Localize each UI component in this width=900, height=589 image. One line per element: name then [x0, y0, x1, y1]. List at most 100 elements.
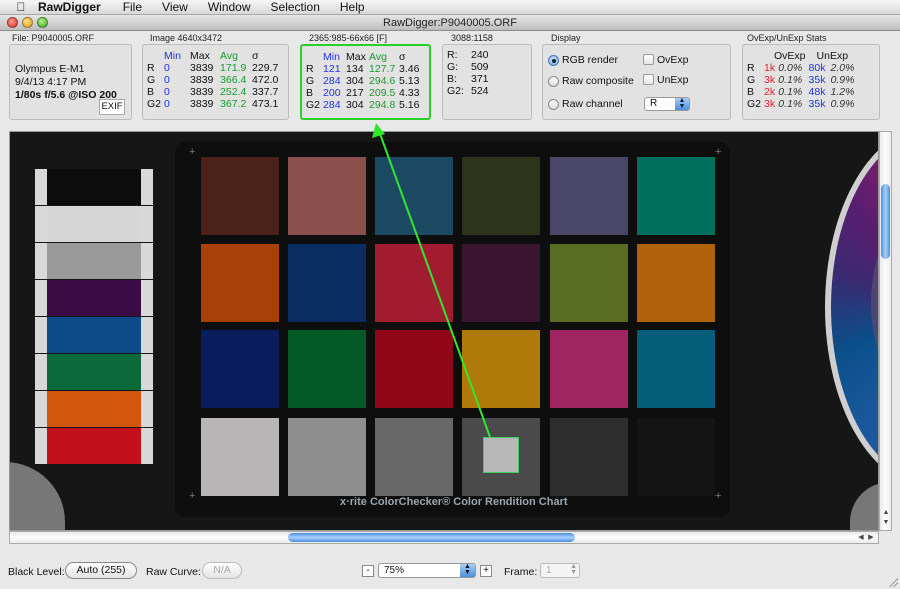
- color-patch: [201, 418, 279, 496]
- rgb-render-label[interactable]: RGB render: [562, 54, 618, 66]
- resize-grip-icon[interactable]: [888, 577, 898, 587]
- black-level-button[interactable]: Auto (255): [65, 562, 137, 579]
- vertical-scroll-thumb[interactable]: [881, 184, 890, 259]
- table-row: G 3k 0.1% 35k 0.9%: [747, 74, 855, 86]
- col-ovexp: OvExp: [774, 50, 806, 62]
- gray-object: [850, 482, 878, 530]
- raw-composite-radio[interactable]: [548, 76, 559, 87]
- colorchecker-caption: x·rite ColorChecker® Color Rendition Cha…: [340, 496, 568, 508]
- bottom-toolbar: Black Level: Auto (255) Raw Curve: N/A -…: [0, 558, 900, 586]
- thread-spool: [35, 243, 153, 279]
- color-patch: [201, 244, 279, 322]
- color-patch: [550, 157, 628, 235]
- pixel-values-panel: R: 240 G: 509 B: 371 G2: 524: [442, 44, 532, 120]
- exp-panel-label: OvExp/UnExp Stats: [747, 33, 827, 43]
- color-patch: [288, 418, 366, 496]
- zoom-select[interactable]: 75% ▲ ▼: [378, 563, 476, 578]
- col-min: Min: [164, 50, 181, 62]
- zoom-in-button[interactable]: +: [480, 565, 492, 577]
- thread-spool: [35, 169, 153, 205]
- color-patch: [375, 157, 453, 235]
- window-titlebar: RawDigger:P9040005.ORF: [0, 15, 900, 31]
- menu-window[interactable]: Window: [208, 0, 251, 14]
- vertical-scrollbar[interactable]: ▲ ▼: [879, 131, 892, 531]
- scroll-down-icon[interactable]: ▼: [881, 519, 891, 528]
- selection-rectangle[interactable]: [483, 437, 519, 473]
- raw-composite-label[interactable]: Raw composite: [562, 75, 634, 87]
- selection-stats-panel: Min Max Avg σ R 121 134 127.7 3.46 G 284…: [300, 44, 431, 120]
- color-patch: [201, 157, 279, 235]
- color-patch: [288, 157, 366, 235]
- menu-file[interactable]: File: [123, 0, 142, 14]
- raw-curve-button[interactable]: N/A: [202, 562, 242, 579]
- color-patch: [201, 330, 279, 408]
- color-patch: [375, 244, 453, 322]
- table-row: B 0 3839 252.4 337.7: [147, 86, 279, 98]
- color-patch: [550, 330, 628, 408]
- ovexp-label[interactable]: OvExp: [657, 54, 689, 66]
- frame-stepper[interactable]: 1 ▲ ▼: [540, 563, 580, 578]
- thread-spool: [35, 391, 153, 427]
- pixel-panel-label: 3088:1158: [451, 33, 493, 43]
- zoom-out-button[interactable]: -: [362, 565, 374, 577]
- color-patch: [462, 330, 540, 408]
- black-level-label: Black Level:: [8, 566, 65, 578]
- thread-spool: [35, 206, 153, 242]
- thread-spool: [35, 317, 153, 353]
- registration-mark-icon: +: [715, 146, 722, 158]
- color-patch: [375, 330, 453, 408]
- image-viewport[interactable]: + + + + x·rite ColorChecker® Color Rendi…: [9, 131, 879, 531]
- rgb-render-radio[interactable]: [548, 55, 559, 66]
- horizontal-scrollbar[interactable]: ◀ ▶: [9, 531, 879, 544]
- thread-spools: [35, 169, 153, 469]
- capture-datetime: 9/4/13 4:17 PM: [15, 76, 87, 88]
- registration-mark-icon: +: [189, 146, 196, 158]
- table-row: R 0 3839 171.9 229.7: [147, 62, 279, 74]
- color-patch: [462, 157, 540, 235]
- color-patch: [375, 418, 453, 496]
- updown-arrows-icon: ▲ ▼: [570, 563, 577, 576]
- scroll-up-icon[interactable]: ▲: [881, 509, 891, 518]
- raw-channel-select[interactable]: R ▲ ▼: [644, 97, 690, 111]
- color-patch: [288, 244, 366, 322]
- apple-icon[interactable]: : [14, 0, 28, 14]
- color-patch: [288, 330, 366, 408]
- table-row: G 284 304 294.6 5.13: [306, 75, 420, 87]
- color-patch: [462, 244, 540, 322]
- scroll-left-icon[interactable]: ◀: [856, 532, 866, 543]
- image-stats-panel: Min Max Avg σ R 0 3839 171.9 229.7 G 0 3…: [142, 44, 289, 120]
- table-row: B 200 217 209.5 4.33: [306, 87, 420, 99]
- table-row: G2 284 304 294.8 5.16: [306, 99, 420, 111]
- unexp-label[interactable]: UnExp: [657, 74, 689, 86]
- raw-channel-radio[interactable]: [548, 99, 559, 110]
- registration-mark-icon: +: [189, 490, 196, 502]
- table-row: B: 371: [447, 73, 489, 85]
- color-patch: [550, 418, 628, 496]
- table-row: G2 0 3839 367.2 473.1: [147, 98, 279, 110]
- thread-spool: [35, 428, 153, 464]
- color-wheel: [825, 132, 878, 487]
- menu-app-name[interactable]: RawDigger: [38, 0, 101, 14]
- color-patch: [637, 418, 715, 496]
- gray-object: [10, 462, 65, 530]
- table-row: B 2k 0.1% 48k 1.2%: [747, 86, 855, 98]
- raw-curve-label: Raw Curve:: [146, 566, 201, 578]
- table-row: G2: 524: [447, 85, 489, 97]
- table-row: R 1k 0.0% 80k 2.0%: [747, 62, 855, 74]
- menu-selection[interactable]: Selection: [271, 0, 320, 14]
- scroll-right-icon[interactable]: ▶: [866, 532, 876, 543]
- raw-channel-label[interactable]: Raw channel: [562, 98, 623, 110]
- table-row: R 121 134 127.7 3.46: [306, 63, 420, 75]
- menu-help[interactable]: Help: [340, 0, 365, 14]
- raw-channel-value: R: [650, 98, 658, 109]
- ovexp-checkbox[interactable]: [643, 54, 654, 65]
- exif-button[interactable]: EXIF: [99, 99, 125, 115]
- menu-view[interactable]: View: [162, 0, 188, 14]
- table-row: G2 3k 0.1% 35k 0.9%: [747, 98, 855, 110]
- camera-model: Olympus E-M1: [15, 63, 85, 75]
- file-info-panel: Olympus E-M1 9/4/13 4:17 PM 1/80s f/5.6 …: [9, 44, 132, 120]
- horizontal-scroll-thumb[interactable]: [288, 533, 575, 542]
- unexp-checkbox[interactable]: [643, 74, 654, 85]
- zoom-value: 75%: [384, 565, 405, 576]
- frame-label: Frame:: [504, 566, 538, 578]
